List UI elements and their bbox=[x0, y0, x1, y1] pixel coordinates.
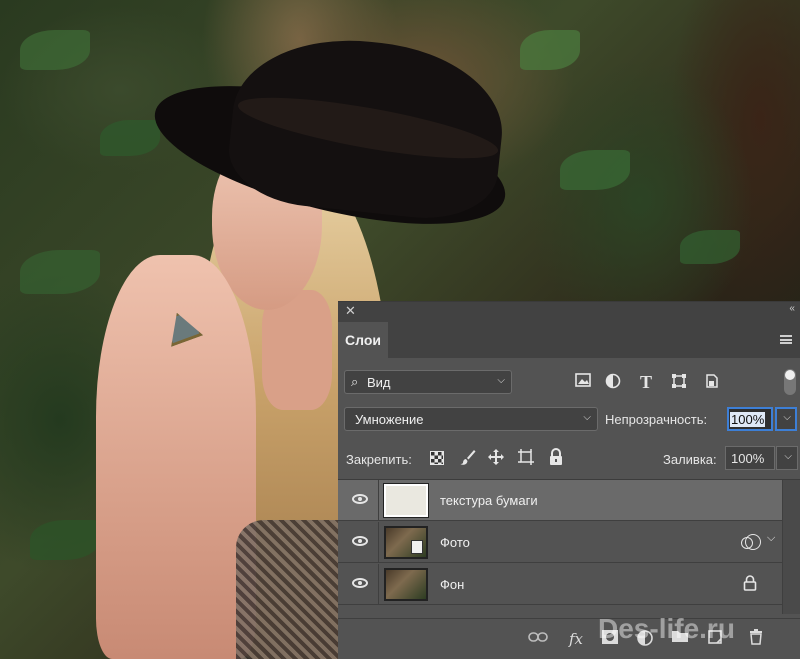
layer-style-fx-icon[interactable]: fx bbox=[566, 629, 586, 649]
layer-name: текстура бумаги bbox=[440, 493, 538, 508]
filter-toggle[interactable] bbox=[784, 369, 796, 395]
panel-tab-bar: Слои bbox=[338, 320, 800, 358]
layer-name: Фото bbox=[440, 535, 470, 550]
chevron-down-icon: ⌵ bbox=[784, 451, 792, 462]
lock-artboard-icon[interactable] bbox=[516, 448, 536, 468]
foliage bbox=[680, 230, 740, 264]
trash-delete-icon[interactable] bbox=[746, 629, 766, 649]
foliage bbox=[20, 30, 90, 70]
lock-label: Закрепить: bbox=[346, 452, 412, 467]
lock-transparency-icon[interactable] bbox=[430, 451, 444, 465]
layer-thumbnail bbox=[384, 568, 428, 601]
adjustment-filter-icon[interactable] bbox=[604, 373, 622, 391]
lock-all-icon[interactable] bbox=[546, 448, 566, 468]
opacity-dropdown-button[interactable]: ⌵ bbox=[775, 407, 797, 431]
panel-menu-icon[interactable] bbox=[780, 335, 792, 344]
layer-thumbnail bbox=[384, 484, 428, 517]
layer-row-paper-texture[interactable]: текстура бумаги bbox=[338, 480, 782, 521]
chevron-down-icon: ⌵ bbox=[783, 412, 791, 423]
link-layers-icon[interactable] bbox=[528, 629, 548, 649]
fill-input[interactable]: 100% bbox=[725, 446, 775, 470]
fill-label: Заливка: bbox=[663, 452, 717, 467]
opacity-value: 100% bbox=[730, 412, 766, 427]
layer-name: Фон bbox=[440, 577, 465, 592]
visibility-eye-icon[interactable] bbox=[352, 578, 368, 588]
foliage bbox=[560, 150, 630, 190]
layer-thumbnail bbox=[384, 526, 428, 559]
blend-mode-select[interactable]: Умножение ⌵ bbox=[344, 407, 598, 431]
watermark: Des-life.ru bbox=[598, 613, 735, 644]
foliage bbox=[100, 120, 160, 156]
layer-filter-select[interactable]: ⌕ Вид ⌵ bbox=[344, 370, 512, 394]
foliage bbox=[30, 520, 100, 560]
blend-mode-value: Умножение bbox=[355, 412, 424, 427]
divider bbox=[378, 480, 379, 521]
layers-scrollbar[interactable] bbox=[782, 480, 800, 614]
image-filter-icon[interactable] bbox=[574, 373, 592, 391]
lock-position-move-icon[interactable] bbox=[486, 448, 506, 468]
fill-dropdown-button[interactable]: ⌵ bbox=[776, 446, 798, 470]
smart-filters-icon[interactable] bbox=[741, 534, 761, 550]
divider bbox=[378, 564, 379, 605]
lock-pixels-brush-icon[interactable] bbox=[458, 448, 478, 468]
layers-list: текстура бумаги Фото ⌵ Фон bbox=[338, 479, 800, 614]
fill-value: 100% bbox=[731, 451, 765, 466]
collapse-icon[interactable]: ‹‹ bbox=[789, 303, 795, 314]
type-filter-icon[interactable]: T bbox=[637, 373, 655, 391]
smart-object-badge-icon bbox=[411, 540, 423, 554]
lock-icon bbox=[743, 575, 757, 594]
divider bbox=[378, 522, 379, 563]
visibility-eye-icon[interactable] bbox=[352, 494, 368, 504]
chevron-down-icon: ⌵ bbox=[497, 375, 505, 386]
layer-row-photo[interactable]: Фото ⌵ bbox=[338, 522, 782, 563]
shape-filter-icon[interactable] bbox=[670, 373, 688, 391]
smart-object-filter-icon[interactable] bbox=[703, 373, 721, 391]
search-icon: ⌕ bbox=[351, 374, 359, 389]
tab-layers[interactable]: Слои bbox=[338, 322, 388, 358]
foliage bbox=[20, 250, 100, 294]
visibility-eye-icon[interactable] bbox=[352, 536, 368, 546]
panel-titlebar: ✕ ‹‹ bbox=[338, 302, 800, 320]
foliage bbox=[520, 30, 580, 70]
opacity-input[interactable]: 100% bbox=[727, 407, 773, 431]
layers-panel: ✕ ‹‹ Слои ⌕ Вид ⌵ T Умножение ⌵ Непрозра… bbox=[338, 301, 800, 659]
hands bbox=[96, 255, 256, 659]
opacity-label: Непрозрачность: bbox=[605, 412, 708, 427]
chevron-down-icon: ⌵ bbox=[583, 412, 591, 423]
layer-row-background[interactable]: Фон bbox=[338, 564, 782, 605]
chevron-down-icon[interactable]: ⌵ bbox=[767, 532, 775, 545]
filter-label: Вид bbox=[367, 375, 391, 390]
close-icon[interactable]: ✕ bbox=[345, 303, 356, 319]
